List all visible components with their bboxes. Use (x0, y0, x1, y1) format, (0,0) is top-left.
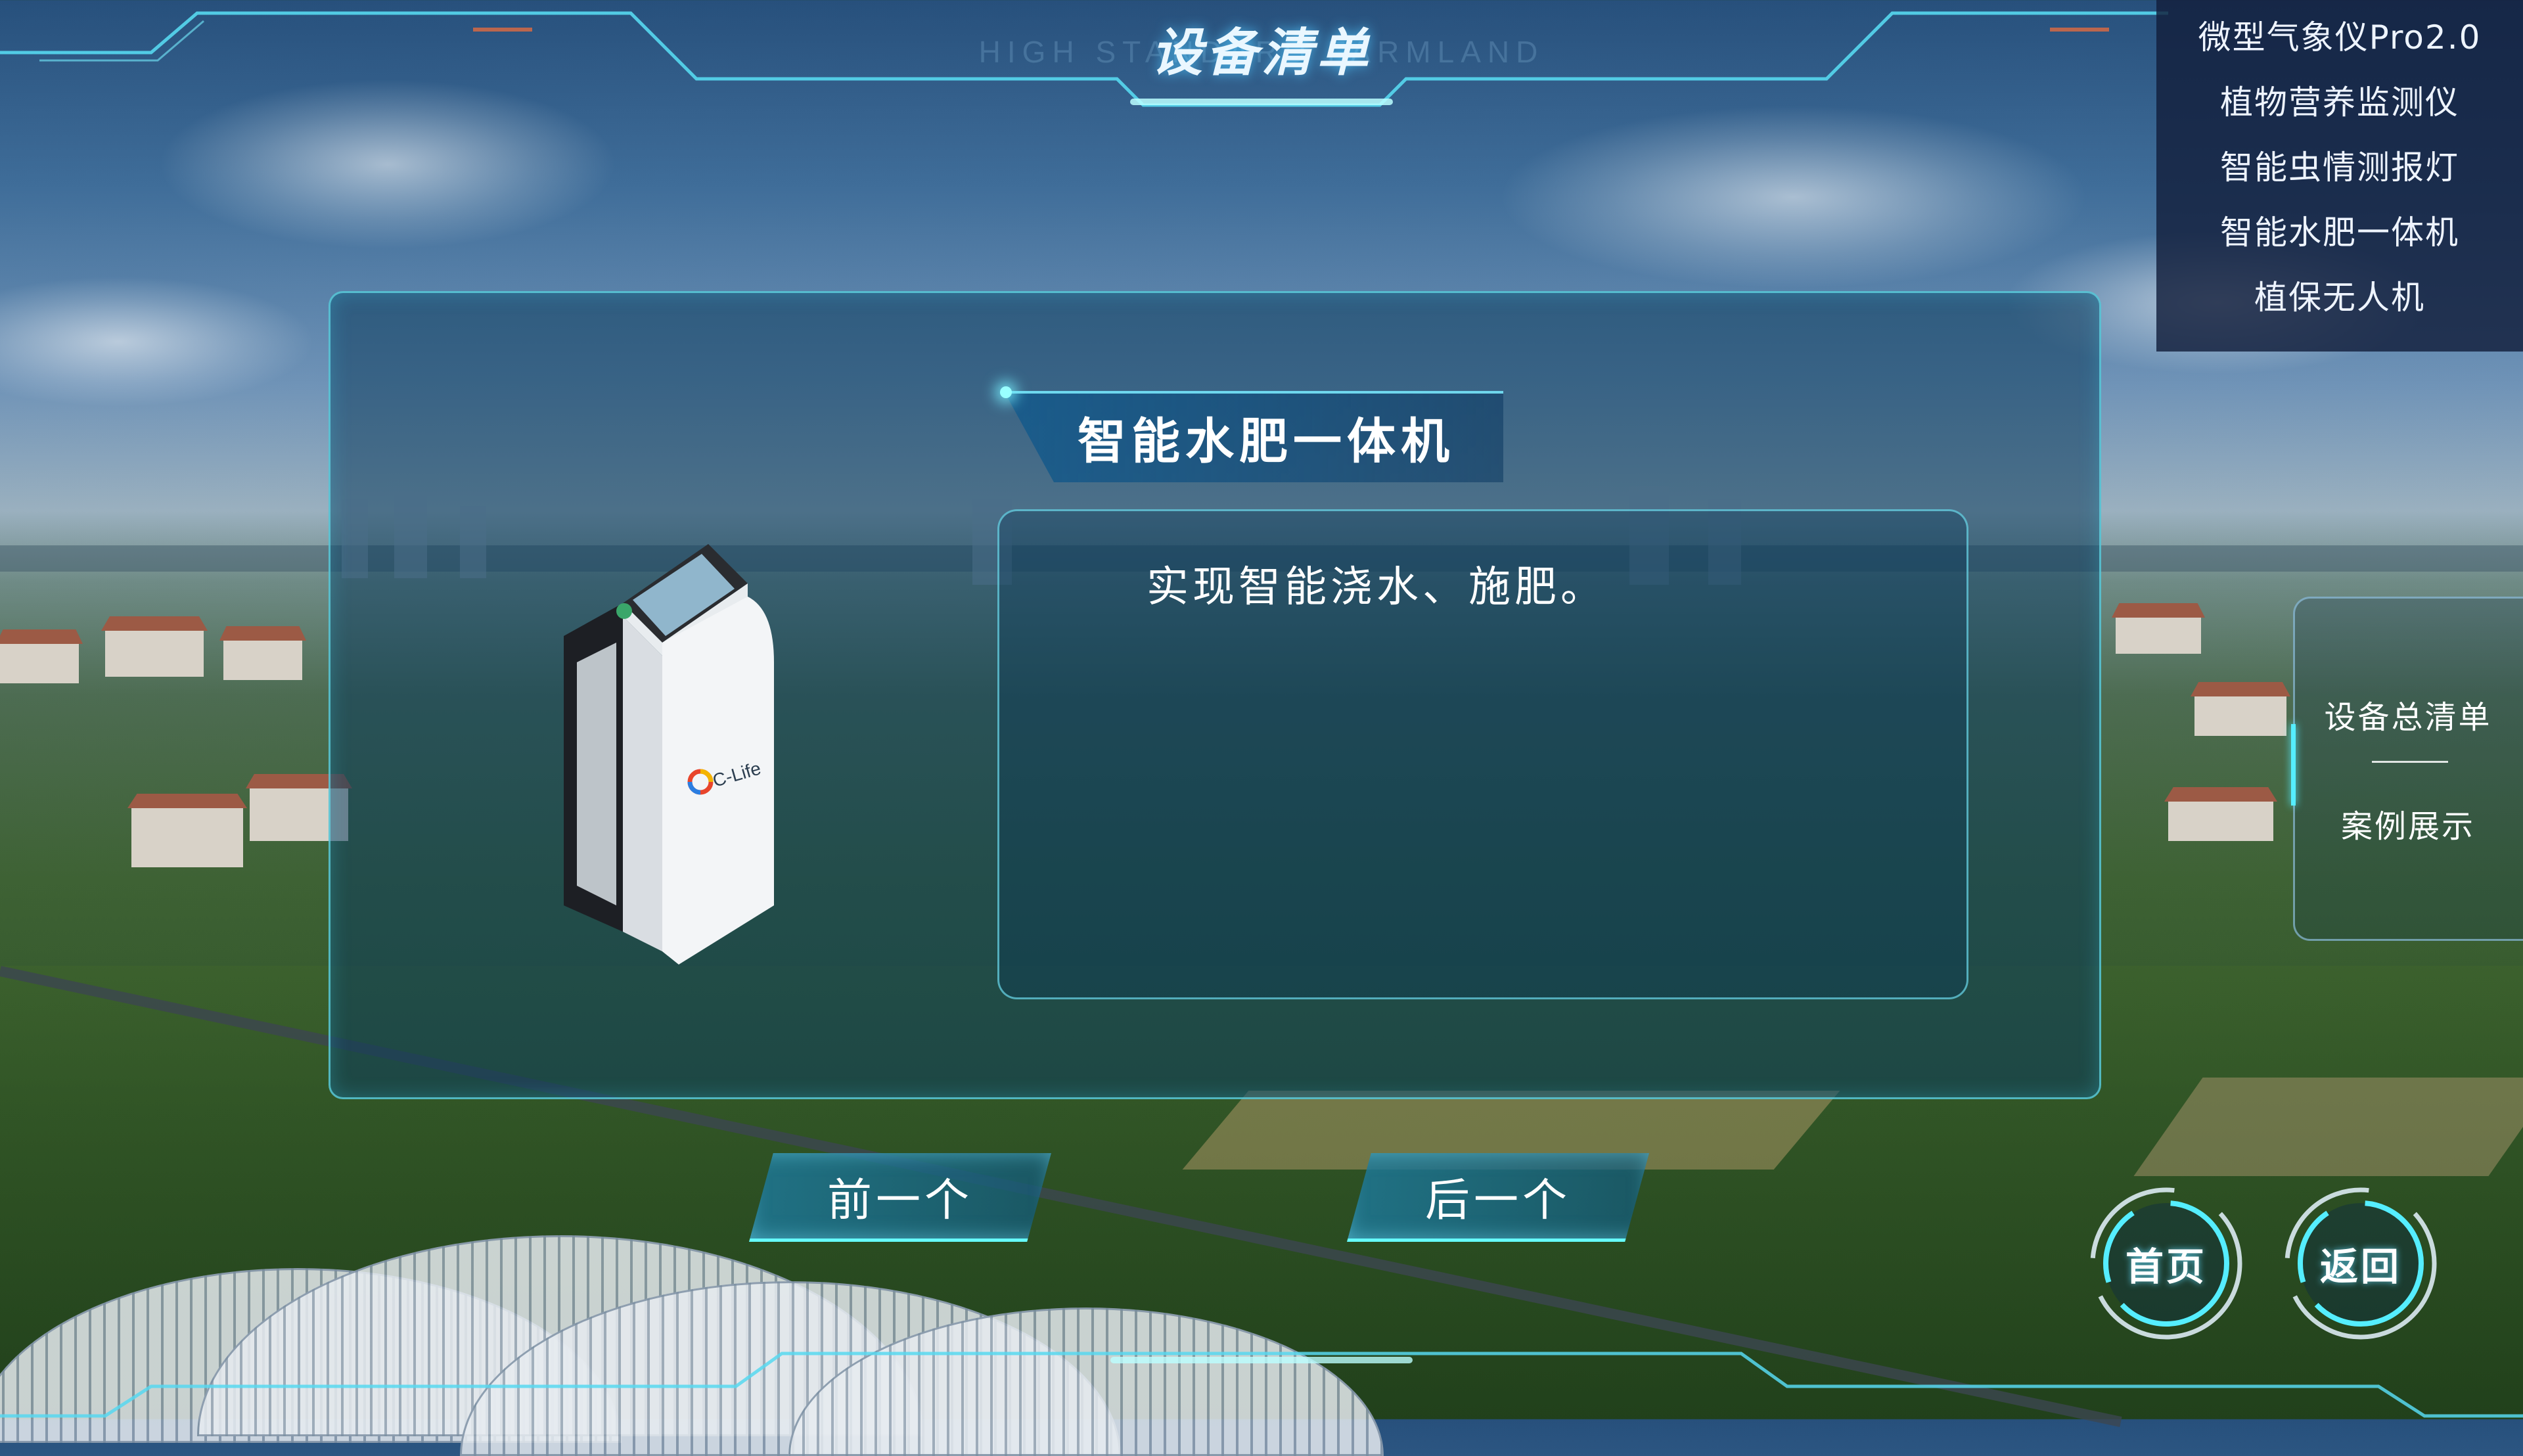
side-menu-item-cases[interactable]: 案例展示 (2306, 800, 2510, 846)
next-button-label: 后一个 (1424, 1174, 1571, 1227)
device-list-item[interactable]: 植保无人机 (2156, 265, 2523, 330)
title-glow-dot (1000, 386, 1012, 398)
device-list-item[interactable]: 智能水肥一体机 (2156, 200, 2523, 265)
footer-frame (0, 1352, 2523, 1418)
device-list-item[interactable]: 微型气象仪Pro2.0 (2156, 0, 2523, 70)
product-title: 智能水肥一体机 (1078, 413, 1455, 470)
home-button-label: 首页 (2125, 1244, 2207, 1289)
next-button[interactable]: 后一个 (1347, 1153, 1649, 1242)
side-menu-active-indicator (2291, 724, 2296, 806)
prev-button-label: 前一个 (827, 1174, 973, 1227)
prev-button[interactable]: 前一个 (749, 1153, 1051, 1242)
product-description: 实现智能浇水、施肥。 (1147, 563, 1606, 612)
device-list-item[interactable]: 植物营养监测仪 (2156, 70, 2523, 135)
back-button-label: 返回 (2319, 1244, 2401, 1289)
device-list-item[interactable]: 智能虫情测报灯 (2156, 135, 2523, 200)
side-menu-item-device-list[interactable]: 设备总清单 (2306, 691, 2510, 737)
back-button[interactable]: 返回 (2279, 1181, 2443, 1346)
device-list-menu: 微型气象仪Pro2.0 植物营养监测仪 智能虫情测报灯 智能水肥一体机 植保无人… (2156, 0, 2523, 352)
header-bar: HIGH STANDARD FARMLAND 设备清单 (0, 0, 2523, 118)
side-menu (2293, 597, 2523, 941)
home-button[interactable]: 首页 (2084, 1181, 2248, 1346)
side-menu-divider (2372, 761, 2448, 763)
water-fertilizer-machine-image: C-Life (564, 544, 774, 965)
page-title: 设备清单 (1150, 24, 1372, 83)
